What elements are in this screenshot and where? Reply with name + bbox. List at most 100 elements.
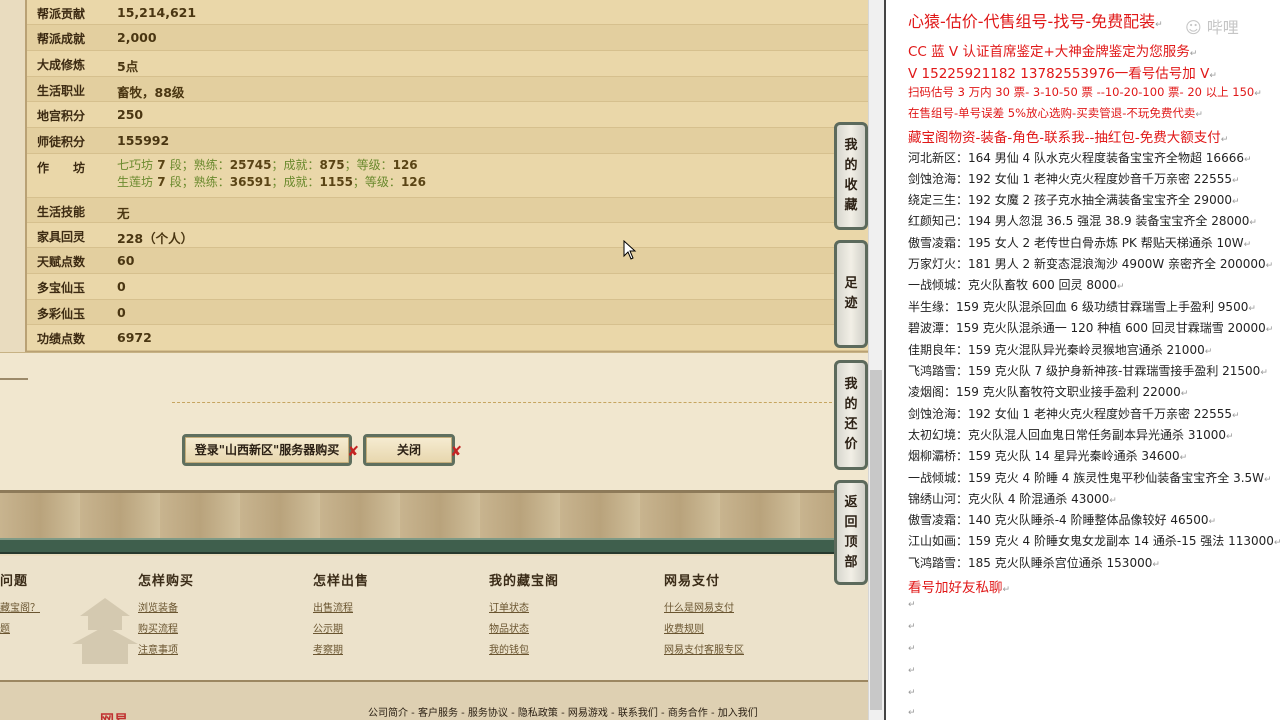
footer-link[interactable]: 出售流程: [313, 598, 369, 619]
footer-link[interactable]: 收费规则: [664, 619, 744, 640]
document-line-text: 藏宝阁物资-装备-角色-联系我--抽红包-免费大额支付: [908, 130, 1221, 146]
profile-label: 生活职业: [37, 84, 86, 98]
netease-logo: 网易: [100, 710, 128, 720]
side-tab-char: 部: [844, 554, 858, 570]
footer-column-title: 怎样购买: [138, 574, 195, 589]
profile-row: 生活职业 畜牧，88级: [27, 77, 868, 102]
document-line-text: 扫码估号 3 万内 30 票- 3-10-50 票 --10-20-100 票-…: [908, 85, 1255, 99]
document-line: 河北新区：164 男仙 4 队水克火程度装备宝宝齐全物超 16666↵: [908, 149, 1252, 166]
footer-link[interactable]: 网易支付客服专区: [664, 640, 744, 661]
game-page: 帮派贡献 15,214,621 帮派成就 2,000 大成修炼 5点 生活职业 畜牧，88级地…: [0, 0, 868, 720]
document-line: 藏宝阁物资-装备-角色-联系我--抽红包-免费大额支付↵: [908, 126, 1228, 146]
workshop-duan: 7: [153, 175, 170, 189]
side-tab-footprint[interactable]: 足迹: [834, 240, 868, 348]
document-line-text: 剑蚀沧海：192 女仙 1 老神火克火程度妙音千万亲密 22555: [908, 407, 1232, 421]
document-line: 看号加好友私聊↵: [908, 576, 1010, 596]
paragraph-mark-icon: ↵: [1208, 517, 1217, 527]
footer-link[interactable]: 注意事项: [138, 640, 194, 661]
side-tab-char: 藏: [844, 198, 858, 213]
paragraph-mark-icon: ↵: [1109, 496, 1117, 506]
document-line-text: 河北新区：164 男仙 4 队水克火程度装备宝宝齐全物超 16666: [908, 151, 1244, 165]
footer-link[interactable]: 藏宝阁？: [0, 598, 40, 619]
footer-link[interactable]: 购买流程: [138, 619, 194, 640]
paragraph-mark-icon: ↵: [1195, 110, 1203, 120]
document-line-text: 绕定三生：192 女魔 2 孩子克水抽全满装备宝宝齐全 29000: [908, 193, 1232, 207]
profile-row: 天赋点数 60: [27, 248, 868, 274]
profile-value: 60: [117, 253, 135, 268]
profile-label: 大成修炼: [37, 58, 86, 72]
paragraph-mark-icon: ↵: [1180, 389, 1189, 399]
close-button-label: 关闭: [396, 443, 421, 457]
footer-column-title: 问题: [0, 574, 29, 589]
footer-link[interactable]: 什么是网易支付: [664, 598, 744, 619]
paragraph-mark-icon: ↵: [1243, 240, 1252, 250]
paragraph-mark-icon: ↵: [908, 600, 916, 610]
footer-link[interactable]: 订单状态: [489, 598, 559, 619]
paragraph-mark-icon: ↵: [1260, 368, 1268, 378]
document-line: CC 蓝 V 认证首席鉴定+大神金牌鉴定为您服务↵: [908, 40, 1197, 60]
profile-row: 多彩仙玉 0: [27, 300, 868, 325]
workshop-ach: 1155: [319, 175, 353, 189]
document-line: 太初幻境：克火队混人回血鬼日常任务副本异光通杀 31000↵: [908, 426, 1234, 443]
document-line: 万家灯火：181 男人 2 新变态混浪淘沙 4900W 亲密齐全 200000↵: [908, 255, 1273, 272]
workshop-name: 生莲坊: [117, 175, 154, 189]
profile-label: 帮派贡献: [37, 7, 86, 21]
footer-link[interactable]: 物品状态: [489, 619, 559, 640]
footer-link[interactable]: 考察期: [313, 640, 369, 661]
workshop-line: 七巧坊 7 段；熟练：25745；成就：875；等级：126: [117, 157, 426, 174]
profile-label: 师徒积分: [37, 135, 86, 149]
side-tab-top[interactable]: 返回顶部: [834, 480, 868, 585]
side-tab-favorites[interactable]: 我的收藏: [834, 122, 868, 230]
document-line-text: 锦绣山河：克火队 4 阶混通杀 43000: [908, 492, 1110, 506]
document-line-text: 傲雪凌霜：195 女人 2 老传世白骨赤炼 PK 帮贴天梯通杀 10W: [908, 236, 1244, 250]
document-line: 红颜知己：194 男人忽混 36.5 强混 38.9 装备宝宝齐全 28000↵: [908, 212, 1257, 229]
paragraph-mark-icon: ↵: [1002, 585, 1011, 595]
profile-label: 地宫积分: [37, 109, 86, 123]
workshop-duan: 7: [153, 158, 170, 172]
document-line-text: 红颜知己：194 男人忽混 36.5 强混 38.9 装备宝宝齐全 28000: [908, 214, 1250, 228]
scrollbar-thumb[interactable]: [870, 370, 882, 710]
document-line: 绕定三生：192 女魔 2 孩子克水抽全满装备宝宝齐全 29000↵: [908, 191, 1240, 208]
close-button[interactable]: 关闭 ✘: [363, 434, 462, 466]
paragraph-mark-icon: ↵: [1189, 49, 1198, 59]
profile-value: 5点: [117, 59, 139, 74]
workshop-skill: 36591: [229, 175, 272, 189]
footer-link[interactable]: 我的钱包: [489, 640, 559, 661]
document-line: 一战倾城：159 克火 4 阶睡 4 族灵性鬼平秒仙装备宝宝齐全 3.5W↵: [908, 469, 1272, 486]
document-line: 佳期良年：159 克火混队异光秦岭灵猴地宫通杀 21000↵: [908, 341, 1212, 358]
document-line: 剑蚀沧海：192 女仙 1 老神火克火程度妙音千万亲密 22555↵: [908, 405, 1240, 422]
profile-value: 2,000: [117, 30, 157, 45]
footer-column-title: 我的藏宝阁: [489, 574, 560, 589]
profile-label: 多彩仙玉: [37, 307, 86, 321]
document-line-text: V 15225921182 13782553976一看号估号加 V: [908, 66, 1210, 82]
document-line: 飞鸿踏雪：185 克火队睡杀宫位通杀 153000↵: [908, 554, 1160, 571]
paragraph-mark-icon: ↵: [1254, 89, 1262, 99]
document-line-text: 一战倾城：159 克火 4 阶睡 4 族灵性鬼平秒仙装备宝宝齐全 3.5W: [908, 471, 1265, 485]
document-line-text: 烟柳灞桥：159 克火队 14 星异光秦岭通杀 34600: [908, 449, 1180, 463]
document-line: 剑蚀沧海：192 女仙 1 老神火克火程度妙音千万亲密 22555↵: [908, 170, 1240, 187]
close-x-icon: ✘: [450, 444, 462, 460]
pagoda-icon: [72, 598, 138, 664]
close-x-icon: ✘: [347, 444, 359, 460]
workshop-line: 生莲坊 7 段；熟练：36591；成就：1155；等级：126: [117, 174, 426, 191]
document-line: 江山如画：159 克火 4 阶睡女鬼女龙副本 14 通杀-15 强法 11300…: [908, 532, 1280, 549]
side-tab-bargain[interactable]: 我的还价: [834, 360, 868, 470]
footer-column: 网易支付 什么是网易支付 收费规则 网易支付客服专区: [664, 570, 744, 661]
profile-row: 师徒积分 155992: [27, 128, 868, 154]
profile-row: 帮派成就 2,000: [27, 25, 868, 51]
document-line: 傲雪凌霜：140 克火队睡杀-4 阶睡整体品像较好 46500↵: [908, 511, 1216, 528]
paragraph-mark-icon: ↵: [1243, 155, 1252, 165]
footer-link[interactable]: 题: [0, 619, 40, 640]
profile-label: 功绩点数: [37, 332, 86, 346]
side-tab-char: 收: [844, 178, 858, 193]
profile-row: 地宫积分 250: [27, 102, 868, 128]
document-line-text: 佳期良年：159 克火混队异光秦岭灵猴地宫通杀 21000: [908, 343, 1205, 357]
document-line-text: 剑蚀沧海：192 女仙 1 老神火克火程度妙音千万亲密 22555: [908, 172, 1232, 186]
footer-link[interactable]: 公示期: [313, 619, 369, 640]
profile-row: 家具回灵 228（个人）: [27, 223, 868, 248]
footer-bottom-links[interactable]: 公司简介 - 客户服务 - 服务协议 - 隐私政策 - 网易游戏 - 联系我们 …: [368, 704, 758, 719]
paragraph-mark-icon: ↵: [1226, 432, 1234, 442]
login-server-buy-button[interactable]: 登录"山西新区"服务器购买 ✘: [182, 434, 359, 466]
footer-link[interactable]: 浏览装备: [138, 598, 194, 619]
document-line-text: 半生缘：159 克火队混杀回血 6 级功绩甘霖瑞雪上手盈利 9500: [908, 300, 1249, 314]
